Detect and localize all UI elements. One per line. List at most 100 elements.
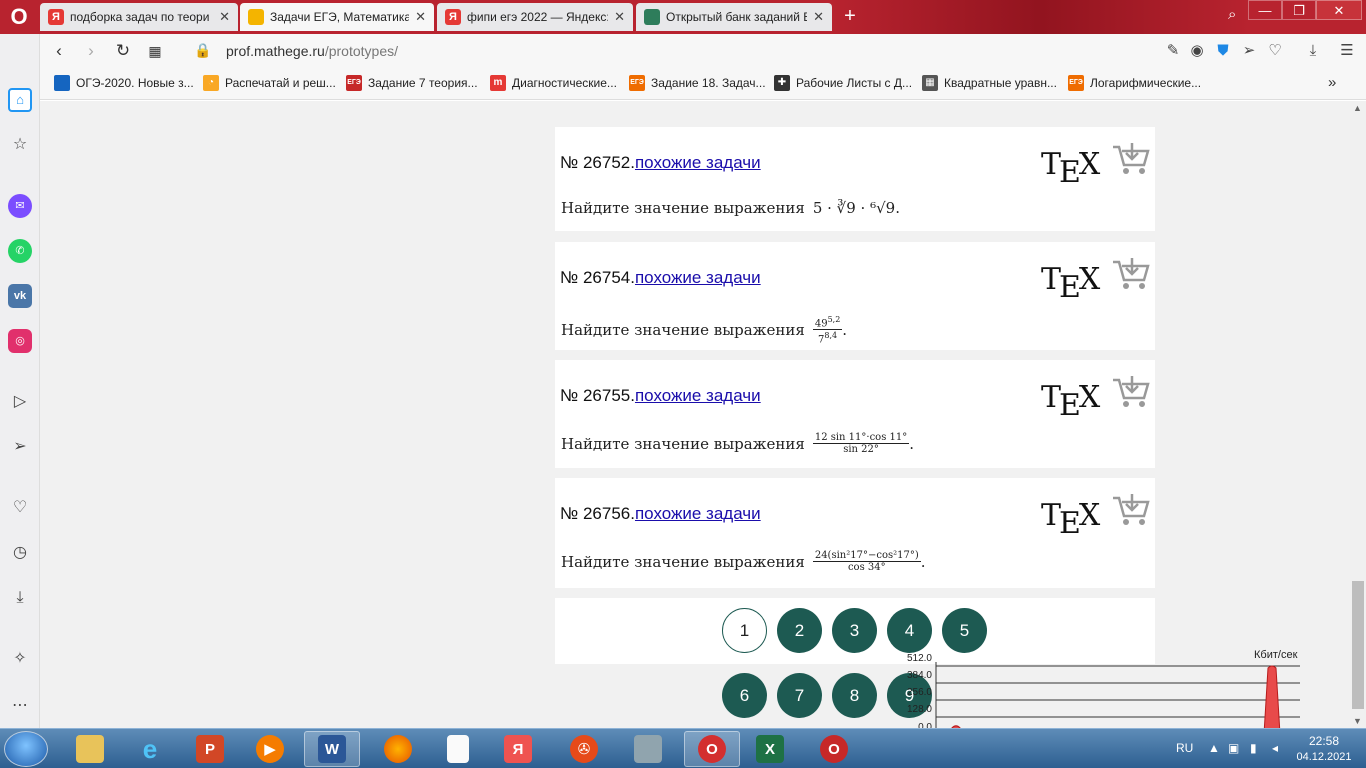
language-indicator[interactable]: RU — [1176, 741, 1193, 755]
bookmark-item[interactable]: ЕГЭ Логарифмические... — [1068, 75, 1201, 91]
yandex-taskbar-button[interactable]: Я — [490, 731, 546, 767]
opera-gx-taskbar-button[interactable]: O — [806, 731, 862, 767]
bookmark-label: Задание 7 теория... — [368, 76, 478, 90]
lightbulb-icon[interactable]: ✧ — [8, 647, 32, 671]
cart-icon[interactable] — [1111, 141, 1151, 177]
edit-icon[interactable]: ✎ — [1162, 40, 1184, 62]
video-taskbar-button[interactable]: ✇ — [556, 731, 612, 767]
page-button[interactable]: 3 — [832, 608, 877, 653]
reload-icon[interactable]: ↻ — [112, 40, 134, 62]
bookmark-item[interactable]: ✚ Рабочие Листы с Д... — [774, 75, 912, 91]
cart-icon[interactable] — [1111, 374, 1151, 410]
instagram-icon[interactable]: ◎ — [8, 329, 32, 353]
meter-spike — [1263, 665, 1281, 735]
bookmark-item[interactable]: ЕГЭ Задание 18. Задач... — [629, 75, 766, 91]
close-tab-icon[interactable]: ✕ — [415, 9, 426, 25]
close-tab-icon[interactable]: ✕ — [614, 9, 625, 25]
page-scrollbar[interactable]: ▲ ▼ — [1350, 101, 1366, 728]
tex-icon[interactable]: TEX — [1041, 147, 1100, 190]
opera-menu-icon[interactable]: O — [6, 5, 32, 29]
whatsapp-icon[interactable]: ✆ — [8, 239, 32, 263]
tab-4[interactable]: Открытый банк заданий Е ✕ — [636, 3, 832, 31]
scroll-up-icon[interactable]: ▲ — [1353, 103, 1362, 113]
back-icon[interactable]: ‹ — [48, 40, 70, 62]
send-icon[interactable]: ➢ — [1238, 40, 1260, 62]
bookmark-item[interactable]: ЕГЭ Задание 7 теория... — [346, 75, 478, 91]
close-tab-icon[interactable]: ✕ — [813, 9, 824, 25]
page-button-current[interactable]: 1 — [722, 608, 767, 653]
notepad-taskbar-button[interactable] — [430, 731, 486, 767]
heart-icon[interactable]: ♡ — [1264, 40, 1286, 62]
vpn-shield-icon[interactable]: ⛊ — [1212, 40, 1234, 62]
bookmarks-more-icon[interactable]: » — [1328, 74, 1336, 91]
formula: 24(sin²17°−cos²17°) cos 34° . — [812, 550, 926, 573]
tabs-grid-icon[interactable]: ▦ — [144, 40, 166, 62]
ie-taskbar-button[interactable]: e — [122, 731, 178, 767]
similar-problems-link[interactable]: похожие задачи — [635, 386, 761, 405]
media-player-taskbar-button[interactable]: ▶ — [242, 731, 298, 767]
page-button[interactable]: 8 — [832, 673, 877, 718]
app-taskbar-button[interactable] — [620, 731, 676, 767]
excel-taskbar-button[interactable]: X — [742, 731, 798, 767]
opera-icon: O — [820, 735, 848, 763]
page-button[interactable]: 7 — [777, 673, 822, 718]
cart-icon[interactable] — [1111, 256, 1151, 292]
home-icon[interactable]: ⌂ — [8, 88, 32, 112]
page-button[interactable]: 5 — [942, 608, 987, 653]
powerpoint-taskbar-button[interactable]: P — [182, 731, 238, 767]
star-icon[interactable]: ☆ — [8, 133, 32, 157]
scroll-thumb[interactable] — [1352, 581, 1364, 709]
volume-icon[interactable]: ◂ — [1272, 741, 1278, 755]
send-icon[interactable]: ➢ — [8, 435, 32, 459]
page-button[interactable]: 4 — [887, 608, 932, 653]
tab-1[interactable]: Я подборка задач по теори ✕ — [40, 3, 238, 31]
messenger-icon[interactable]: ✉ — [8, 194, 32, 218]
bookmark-item[interactable]: ОГЭ-2020. Новые з... — [54, 75, 194, 91]
puzzle-icon: ✚ — [774, 75, 790, 91]
tex-icon[interactable]: TEX — [1041, 498, 1100, 541]
tray-expand-icon[interactable]: ▲ — [1208, 741, 1220, 755]
new-tab-icon[interactable]: + — [838, 4, 862, 28]
bookmark-item[interactable]: m Диагностические... — [490, 75, 617, 91]
cart-icon[interactable] — [1111, 492, 1151, 528]
start-button[interactable] — [4, 731, 48, 767]
network-icon[interactable]: ▣ — [1228, 741, 1239, 755]
tab-strip: O Я подборка задач по теори ✕ Задачи ЕГЭ… — [0, 0, 1366, 34]
more-icon[interactable]: ⋯ — [8, 694, 32, 718]
download-icon[interactable]: ⤓ — [1302, 40, 1324, 62]
close-tab-icon[interactable]: ✕ — [219, 9, 230, 25]
player-icon[interactable]: ▷ — [8, 390, 32, 414]
vk-icon[interactable]: vk — [8, 284, 32, 308]
bookmark-item[interactable]: ▦ Квадратные уравн... — [922, 75, 1057, 91]
close-window-icon[interactable]: ✕ — [1316, 0, 1362, 20]
tex-icon[interactable]: TEX — [1041, 262, 1100, 305]
history-icon[interactable]: ◷ — [8, 541, 32, 565]
page-button[interactable]: 2 — [777, 608, 822, 653]
scroll-down-icon[interactable]: ▼ — [1353, 716, 1362, 726]
similar-problems-link[interactable]: похожие задачи — [635, 268, 761, 287]
forward-icon[interactable]: › — [80, 40, 102, 62]
page-button[interactable]: 6 — [722, 673, 767, 718]
similar-problems-link[interactable]: похожие задачи — [635, 153, 761, 172]
similar-problems-link[interactable]: похожие задачи — [635, 504, 761, 523]
word-taskbar-button[interactable]: W — [304, 731, 360, 767]
heart-icon[interactable]: ♡ — [8, 496, 32, 520]
battery-icon[interactable]: ▮ — [1250, 741, 1257, 755]
maximize-icon[interactable]: ❐ — [1282, 0, 1316, 20]
explorer-taskbar-button[interactable] — [62, 731, 118, 767]
url-input[interactable]: prof.mathege.ru/prototypes/ — [226, 43, 398, 59]
opera-taskbar-button[interactable]: O — [684, 731, 740, 767]
bookmark-item[interactable]: ◔ Распечатай и реш... — [203, 75, 336, 91]
tab-2[interactable]: Задачи ЕГЭ, Математика, г ✕ — [240, 3, 434, 31]
tex-icon[interactable]: TEX — [1041, 380, 1100, 423]
clock[interactable]: 22:58 04.12.2021 — [1296, 733, 1352, 765]
grid-icon: ▦ — [922, 75, 938, 91]
tab-3[interactable]: Я фипи егэ 2022 — Яндекс: н ✕ — [437, 3, 633, 31]
download-icon[interactable]: ⤓ — [8, 586, 32, 610]
tab-search-icon[interactable]: ⌕ — [1228, 6, 1236, 23]
camera-icon[interactable]: ◉ — [1186, 40, 1208, 62]
minimize-icon[interactable]: — — [1248, 0, 1282, 20]
firefox-taskbar-button[interactable] — [370, 731, 426, 767]
exponent: 5,2 — [827, 315, 841, 324]
easy-setup-icon[interactable]: ☰ — [1336, 40, 1358, 62]
